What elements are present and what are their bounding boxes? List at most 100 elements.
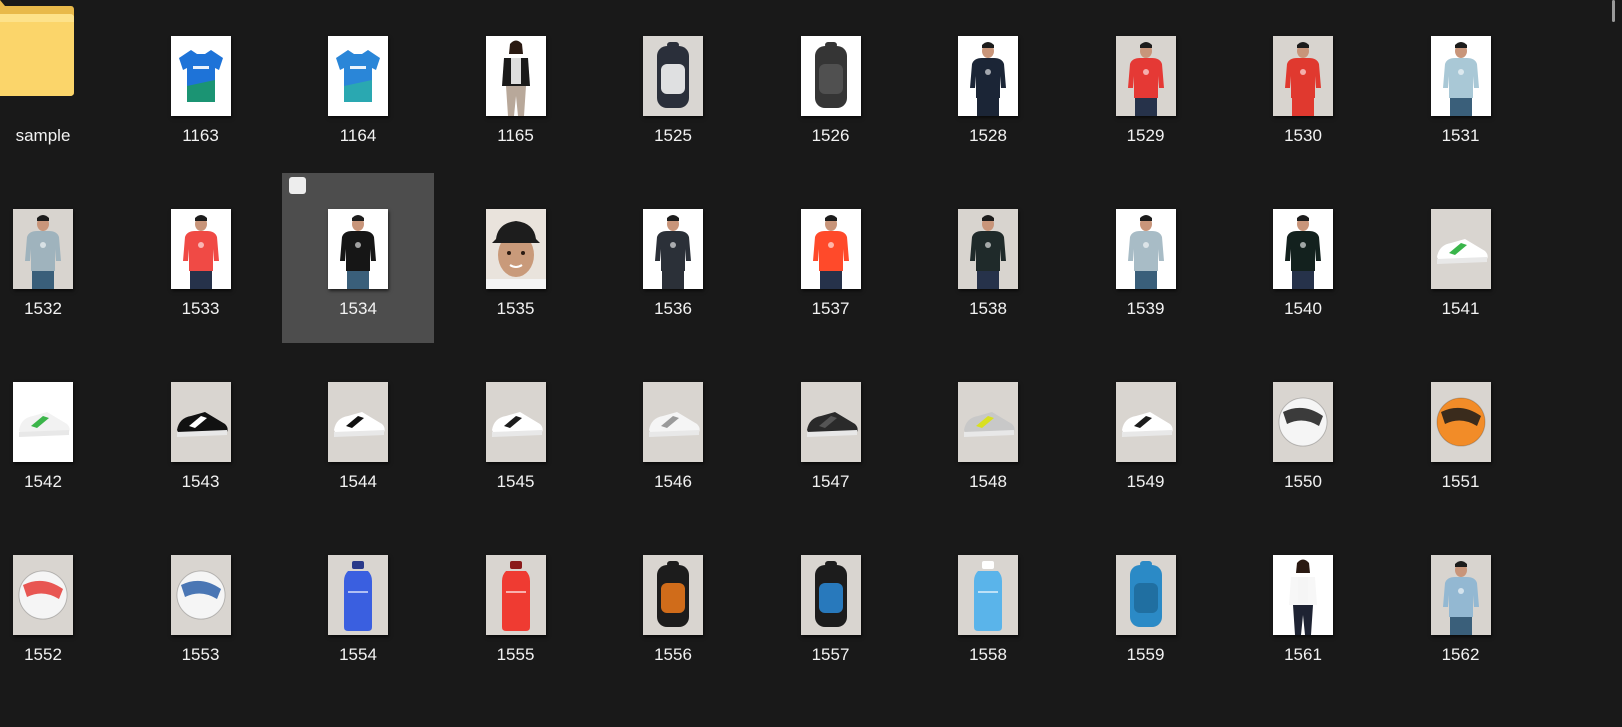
file-item[interactable]: 1535 [440,173,592,343]
file-name: 1542 [24,472,62,491]
thumbnail-image [1273,36,1333,116]
file-name: 1544 [339,472,377,491]
file-item[interactable]: 1549 [1070,346,1222,516]
file-item[interactable]: 1561 [1227,519,1379,689]
file-item[interactable]: 1562 [1385,519,1537,689]
file-item[interactable]: 1532 [0,173,119,343]
file-name: 1555 [496,645,535,664]
file-name: 1551 [1441,472,1480,491]
file-item[interactable]: 1540 [1227,173,1379,343]
scrollbar-thumb[interactable] [1612,0,1615,22]
thumbnail-image [958,555,1018,635]
thumbnail-image [328,382,388,462]
file-item[interactable]: 1530 [1227,0,1379,170]
thumbnail-image [800,555,861,635]
thumbnail-image [643,382,703,462]
file-name: 1539 [1126,299,1165,318]
thumbnail-image [1273,555,1333,635]
thumbnail-image [958,209,1018,289]
thumbnail-image [170,555,231,635]
file-item[interactable]: 1533 [125,173,277,343]
file-name: 1562 [1441,645,1480,664]
thumbnail-image [1430,36,1491,116]
thumbnail-image [170,36,231,116]
file-item[interactable]: 1531 [1385,0,1537,170]
thumbnail-image [1430,209,1491,289]
file-item[interactable]: 1544 [282,346,434,516]
thumbnail-image [485,209,546,289]
file-item[interactable]: 1552 [0,519,119,689]
thumbnail-image [328,555,388,635]
file-item[interactable]: 1538 [912,173,1064,343]
thumbnail-image [958,382,1018,462]
file-item[interactable]: 1550 [1227,346,1379,516]
file-name: 1559 [1126,645,1165,664]
file-name: 1561 [1284,645,1322,664]
thumbnail-image [13,209,73,289]
file-item[interactable]: 1543 [125,346,277,516]
file-item[interactable]: 1545 [440,346,592,516]
file-name: 1548 [969,472,1007,491]
file-item[interactable]: 1554 [282,519,434,689]
file-name: 1547 [811,472,850,491]
file-item[interactable]: 1528 [912,0,1064,170]
thumbnail-image [485,382,546,462]
thumbnail-image [1115,382,1176,462]
thumbnail-image [1115,36,1176,116]
file-item[interactable]: 1542 [0,346,119,516]
folder-icon [0,0,75,100]
file-item[interactable]: 1559 [1070,519,1222,689]
file-item[interactable]: 1536 [597,173,749,343]
file-name: 1532 [24,299,62,318]
file-item[interactable]: 1551 [1385,346,1537,516]
file-name: 1535 [496,299,535,318]
file-item[interactable]: 1548 [912,346,1064,516]
thumbnail-image [170,382,231,462]
thumbnail-image [958,36,1018,116]
file-item[interactable]: 1165 [440,0,592,170]
file-item[interactable]: 1541 [1385,173,1537,343]
file-item[interactable]: 1537 [755,173,907,343]
thumbnail-image [13,555,73,635]
file-item[interactable]: 1534 [282,173,434,343]
folder-item-sample[interactable]: sample [0,0,119,170]
file-name: 1533 [181,299,220,318]
file-item[interactable]: 1553 [125,519,277,689]
vertical-scrollbar[interactable] [1600,0,1622,727]
file-item[interactable]: 1539 [1070,173,1222,343]
select-checkbox[interactable] [289,177,306,194]
thumbnail-image [800,36,861,116]
file-name: 1528 [969,126,1007,145]
file-name: 1164 [339,126,377,145]
file-name: 1553 [181,645,220,664]
file-name: 1163 [182,126,219,145]
thumbnail-image [1273,209,1333,289]
thumbnail-image [643,36,703,116]
file-item[interactable]: 1547 [755,346,907,516]
file-item[interactable]: 1546 [597,346,749,516]
file-item[interactable]: 1557 [755,519,907,689]
file-item[interactable]: 1558 [912,519,1064,689]
file-name: 1531 [1441,126,1480,145]
file-name: 1165 [497,126,534,145]
file-name: 1536 [654,299,692,318]
file-item[interactable]: 1525 [597,0,749,170]
thumbnail-image [1430,555,1491,635]
file-name: 1538 [969,299,1007,318]
file-name: 1557 [811,645,850,664]
file-name: 1525 [654,126,692,145]
file-item[interactable]: 1555 [440,519,592,689]
file-item[interactable]: 1164 [282,0,434,170]
thumbnail-image [800,382,861,462]
file-item[interactable]: 1556 [597,519,749,689]
file-name: sample [15,126,71,145]
file-item[interactable]: 1526 [755,0,907,170]
thumbnail-image [643,209,703,289]
file-name: 1541 [1441,299,1480,318]
file-item[interactable]: 1163 [125,0,277,170]
file-name: 1534 [339,299,377,318]
thumbnail-image [1430,382,1491,462]
thumbnail-image [13,382,73,462]
file-item[interactable]: 1529 [1070,0,1222,170]
file-name: 1550 [1284,472,1322,491]
